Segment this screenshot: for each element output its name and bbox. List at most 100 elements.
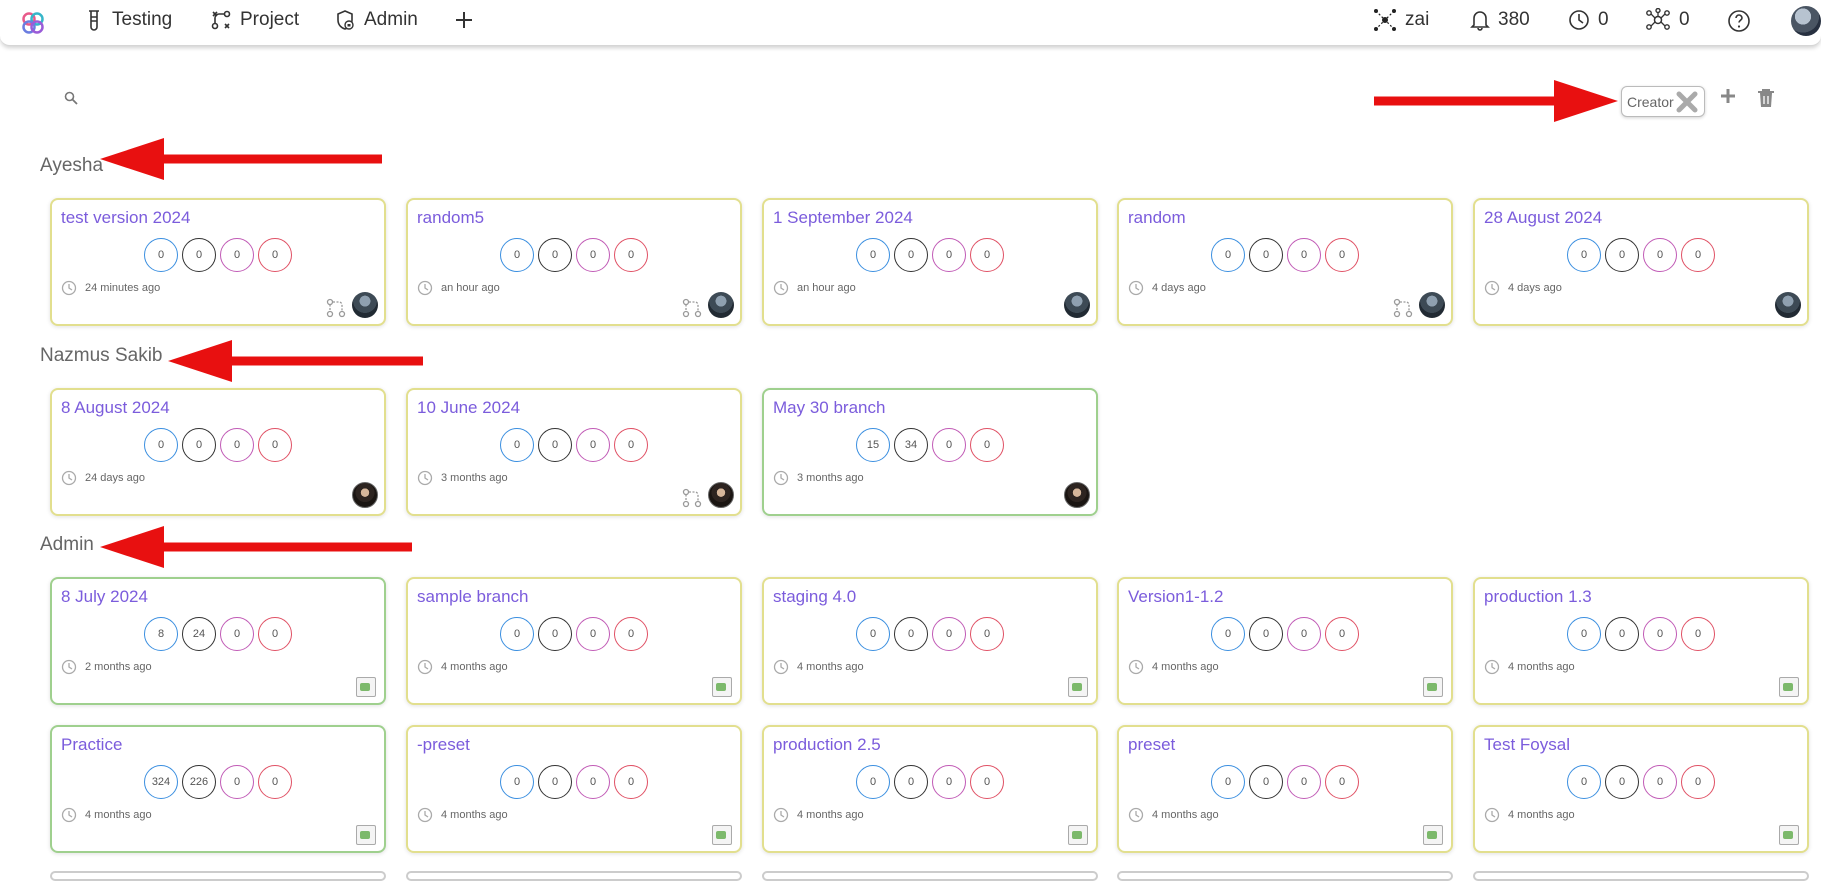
nav-admin[interactable]: Admin [334,0,418,40]
search-icon[interactable] [64,91,78,105]
card-title[interactable]: preset [1128,735,1175,755]
branch-card[interactable]: 8 August 2024 0 0 0 0 24 days ago [50,388,386,516]
last-updated: 4 months ago [773,807,864,823]
branch-card[interactable]: May 30 branch 15 34 0 0 3 months ago [762,388,1098,516]
status-counts: 0000 [1475,238,1807,272]
merge-branch-icon[interactable] [682,488,702,508]
merge-branch-icon[interactable] [682,298,702,318]
status-counts: 0000 [408,765,740,799]
add-tab-icon[interactable] [455,11,473,29]
card-title[interactable]: random5 [417,208,484,228]
count-badge: 0 [1567,617,1601,651]
branch-card[interactable]: production 1.3 0 0 0 0 4 months ago [1473,577,1809,705]
merge-branch-icon[interactable] [1393,298,1413,318]
user-avatar[interactable] [1791,6,1821,36]
count-badge: 0 [894,765,928,799]
notifications-count: 380 [1498,9,1530,30]
count-badge: 0 [1567,238,1601,272]
branch-card[interactable]: test version 2024 0 0 0 0 24 minutes ago [50,198,386,326]
clock-icon [61,807,77,823]
card-title[interactable]: 8 July 2024 [61,587,148,607]
annotation-arrow-group-2 [168,340,423,382]
branch-card[interactable]: -preset 0 0 0 0 4 months ago [406,725,742,853]
time-label: 2 months ago [85,661,152,673]
branch-card[interactable]: 28 August 2024 0 0 0 0 4 days ago [1473,198,1809,326]
add-icon[interactable] [1719,87,1737,105]
card-title[interactable]: random [1128,208,1186,228]
annotation-arrow-group-3 [100,526,412,568]
count-badge: 0 [614,617,648,651]
card-title[interactable]: Version1-1.2 [1128,587,1223,607]
card-title[interactable]: production 1.3 [1484,587,1592,607]
count-badge: 226 [182,765,216,799]
count-badge: 0 [576,238,610,272]
card-title[interactable]: sample branch [417,587,529,607]
connections-button[interactable]: 0 [1645,0,1690,40]
clock-icon [773,807,789,823]
help-icon[interactable] [1727,9,1751,33]
time-label: 4 days ago [1508,282,1562,294]
card-title[interactable]: test version 2024 [61,208,190,228]
count-badge: 0 [1681,238,1715,272]
project-icon [211,10,231,30]
branch-card[interactable]: Version1-1.2 0 0 0 0 4 months ago [1117,577,1453,705]
count-badge: 0 [1605,238,1639,272]
notifications-button[interactable]: 380 [1470,0,1530,40]
workspace-selector[interactable]: zai [1373,0,1429,40]
nav-testing[interactable]: Testing [84,0,172,40]
trash-icon[interactable] [1757,88,1775,108]
count-badge: 0 [1211,238,1245,272]
count-badge: 0 [1211,617,1245,651]
count-badge: 34 [894,428,928,462]
branch-card[interactable]: 10 June 2024 0 0 0 0 3 months ago [406,388,742,516]
count-badge: 0 [614,765,648,799]
partial-card [406,871,742,881]
card-title[interactable]: Test Foysal [1484,735,1570,755]
card-title[interactable]: May 30 branch [773,398,885,418]
branch-card[interactable]: 1 September 2024 0 0 0 0 an hour ago [762,198,1098,326]
count-badge: 324 [144,765,178,799]
clock-icon [61,659,77,675]
branch-card[interactable]: production 2.5 0 0 0 0 4 months ago [762,725,1098,853]
branch-card[interactable]: staging 4.0 0 0 0 0 4 months ago [762,577,1098,705]
clock-icon [1128,280,1144,296]
count-badge: 0 [614,428,648,462]
card-title[interactable]: Practice [61,735,122,755]
card-title[interactable]: 8 August 2024 [61,398,170,418]
count-badge: 0 [500,428,534,462]
card-title[interactable]: 28 August 2024 [1484,208,1602,228]
count-badge: 0 [576,428,610,462]
status-counts: 0000 [52,428,384,462]
branch-card[interactable]: Practice 324 226 0 0 4 months ago [50,725,386,853]
creator-avatar [1064,482,1090,508]
card-title[interactable]: staging 4.0 [773,587,856,607]
close-icon[interactable] [1675,90,1699,114]
branch-card[interactable]: preset 0 0 0 0 4 months ago [1117,725,1453,853]
count-badge: 0 [932,617,966,651]
merge-branch-icon[interactable] [326,298,346,318]
branch-card[interactable]: random5 0 0 0 0 an hour ago [406,198,742,326]
branch-card[interactable]: 8 July 2024 8 24 0 0 2 months ago [50,577,386,705]
time-label: 4 months ago [441,661,508,673]
time-label: 4 months ago [797,809,864,821]
card-title[interactable]: 1 September 2024 [773,208,913,228]
count-badge: 0 [1287,617,1321,651]
branch-card[interactable]: Test Foysal 0 0 0 0 4 months ago [1473,725,1809,853]
status-counts: 8 24 0 0 [52,617,384,651]
last-updated: 4 months ago [1128,807,1219,823]
partial-card [1473,871,1809,881]
creator-avatar [1779,677,1799,697]
branch-card[interactable]: random 0 0 0 0 4 days ago [1117,198,1453,326]
nav-project[interactable]: Project [210,0,299,40]
card-title[interactable]: -preset [417,735,470,755]
card-title[interactable]: production 2.5 [773,735,881,755]
branch-card[interactable]: sample branch 0 0 0 0 4 months ago [406,577,742,705]
clock-icon [417,659,433,675]
count-badge: 0 [1681,765,1715,799]
card-title[interactable]: 10 June 2024 [417,398,520,418]
count-badge: 0 [1249,617,1283,651]
creator-avatar [1423,677,1443,697]
pending-button[interactable]: 0 [1568,0,1609,40]
app-logo-icon[interactable] [18,8,48,38]
creator-filter-chip[interactable]: Creator [1621,86,1705,117]
